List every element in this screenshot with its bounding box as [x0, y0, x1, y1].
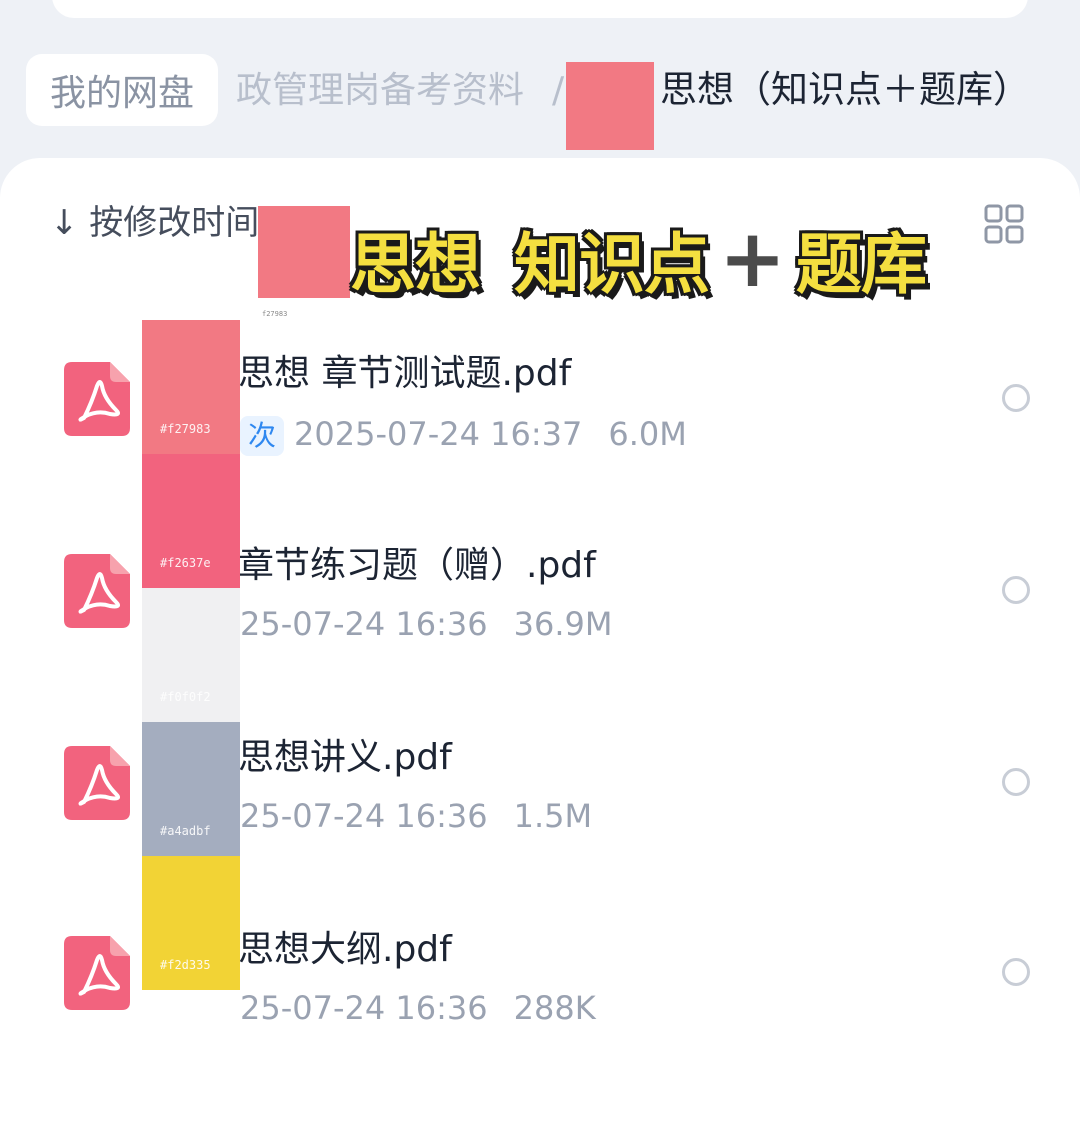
- pdf-file-icon: [64, 554, 130, 628]
- palette-hex: #f2d335: [160, 958, 211, 972]
- banner-plus: +: [719, 212, 787, 305]
- search-card: [52, 0, 1028, 18]
- color-palette: #f27983 #f2637e #f0f0f2 #a4adbf #f2d335: [142, 320, 240, 990]
- banner-text: 思想: [350, 226, 481, 303]
- palette-swatch: #f0f0f2: [142, 588, 240, 722]
- select-radio[interactable]: [1002, 958, 1030, 986]
- file-name: 思想大纲.pdf: [238, 929, 452, 970]
- grid-icon[interactable]: [984, 204, 1024, 244]
- banner-text: 题库: [796, 226, 927, 303]
- file-name: 思想讲义.pdf: [238, 737, 452, 778]
- palette-swatch: #f2d335: [142, 856, 240, 990]
- palette-hex: #f2637e: [160, 556, 211, 570]
- file-tag: 次: [240, 416, 285, 456]
- sort-button[interactable]: ↓ 按修改时间: [50, 200, 259, 246]
- pdf-file-icon: [64, 746, 130, 820]
- file-date: 2025-07-24 16:37: [294, 415, 583, 453]
- select-radio[interactable]: [1002, 384, 1030, 412]
- file-meta: 次 2025-07-24 16:37 6.0M: [240, 412, 687, 456]
- file-name: 章节练习题（赠）.pdf: [238, 545, 596, 586]
- breadcrumb-separator: /: [552, 70, 565, 111]
- file-size: 6.0M: [608, 415, 687, 453]
- file-size: 1.5M: [513, 797, 593, 835]
- breadcrumb-parent[interactable]: 政管理岗备考资料: [236, 66, 546, 116]
- file-meta: 25-07-24 16:36 36.9M: [240, 602, 613, 646]
- file-date: 25-07-24 16:36: [240, 989, 488, 1027]
- palette-hex: #a4adbf: [160, 824, 211, 838]
- color-swatch-overlay: [566, 62, 654, 150]
- palette-swatch: #a4adbf: [142, 722, 240, 856]
- banner-text: 知识点: [514, 226, 710, 303]
- file-date: 25-07-24 16:36: [240, 605, 488, 643]
- file-meta: 25-07-24 16:36 288K: [240, 986, 596, 1030]
- color-swatch-overlay: [258, 206, 350, 298]
- file-size: 36.9M: [513, 605, 613, 643]
- breadcrumb-home[interactable]: 我的网盘: [26, 54, 219, 126]
- palette-swatch: #f27983: [142, 320, 240, 454]
- file-size: 288K: [513, 989, 596, 1027]
- overlay-banner: 思想 知识点 + 题库: [350, 212, 927, 305]
- breadcrumb-current: 思想（知识点＋题库）: [660, 68, 1030, 111]
- app-screen: 我的网盘 政管理岗备考资料 / 思想（知识点＋题库） f27983 ↓ 按修改时…: [0, 0, 1080, 1132]
- swatch-label: f27983: [262, 310, 288, 318]
- select-radio[interactable]: [1002, 576, 1030, 604]
- select-radio[interactable]: [1002, 768, 1030, 796]
- pdf-file-icon: [64, 936, 130, 1010]
- palette-swatch: #f2637e: [142, 454, 240, 588]
- pdf-file-icon: [64, 362, 130, 436]
- file-date: 25-07-24 16:36: [240, 797, 488, 835]
- file-name: 思想 章节测试题.pdf: [238, 353, 572, 394]
- palette-hex: #f27983: [160, 422, 211, 436]
- palette-hex: #f0f0f2: [160, 690, 211, 704]
- file-meta: 25-07-24 16:36 1.5M: [240, 794, 592, 838]
